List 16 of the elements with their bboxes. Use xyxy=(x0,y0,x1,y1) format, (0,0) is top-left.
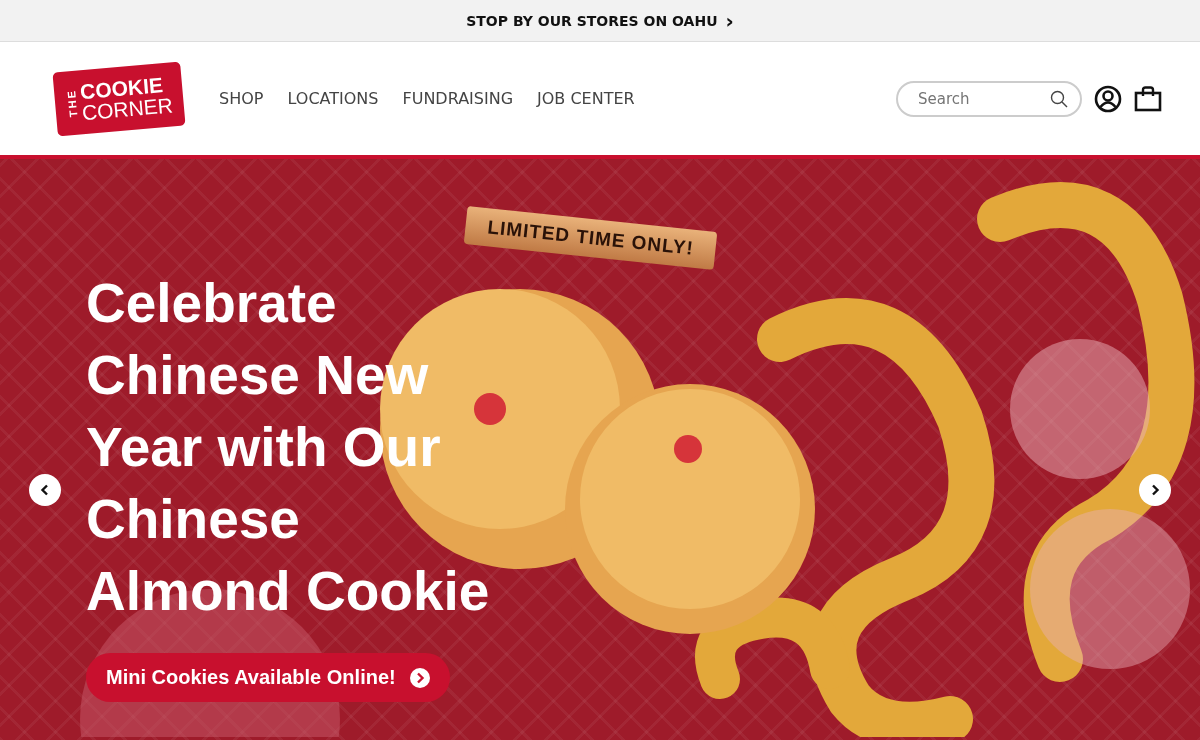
logo[interactable]: THE COOKIE CORNER xyxy=(52,61,186,136)
nav-link[interactable]: SHOP xyxy=(219,89,264,108)
chevron-right-icon xyxy=(1149,484,1161,496)
ribbon-banner: LIMITED TIME ONLY! xyxy=(463,205,718,271)
announcement-link[interactable]: STOP BY OUR STORES ON OAHU › xyxy=(466,10,734,31)
nav-link[interactable]: FUNDRAISING xyxy=(402,89,514,108)
arrow-circle-icon xyxy=(409,667,430,688)
account-icon[interactable] xyxy=(1094,84,1122,113)
chevron-left-icon xyxy=(39,484,51,496)
cta-button[interactable]: Mini Cookies Available Online! xyxy=(86,653,450,702)
nav-link[interactable]: LOCATIONS xyxy=(287,89,379,108)
search-field[interactable]: Search xyxy=(896,80,1082,117)
search-icon[interactable] xyxy=(1050,89,1068,108)
shopping-bag-icon[interactable] xyxy=(1134,85,1162,112)
nav-link[interactable]: JOB CENTER xyxy=(537,89,635,108)
previous-slide-button[interactable] xyxy=(29,474,61,506)
